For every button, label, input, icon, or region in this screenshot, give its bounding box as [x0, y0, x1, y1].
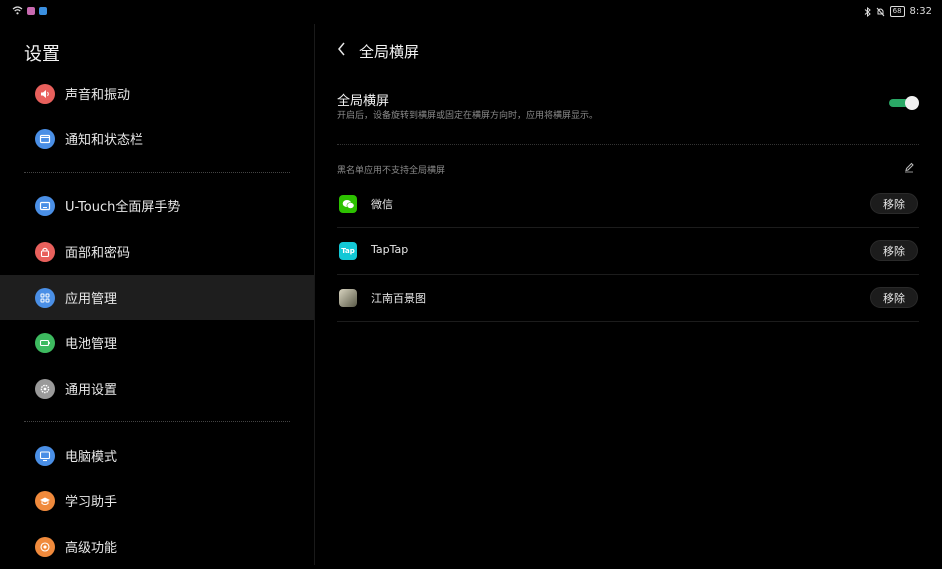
- app-notification-icon: [39, 6, 47, 15]
- section-divider: [337, 144, 919, 145]
- taptap-icon: Tap: [339, 242, 357, 260]
- sidebar-item-app-management[interactable]: 应用管理: [0, 275, 314, 320]
- monitor-icon: [35, 445, 55, 466]
- sidebar-item-label: 电脑模式: [65, 450, 118, 465]
- sidebar-item-pc-mode[interactable]: 电脑模式: [0, 433, 314, 478]
- app-notification-icon: [27, 6, 35, 15]
- sidebar-item-face-password[interactable]: 面部和密码: [0, 229, 314, 274]
- sidebar-item-label: 面部和密码: [65, 246, 131, 261]
- sidebar-item-label: 高级功能: [65, 541, 118, 556]
- sidebar-item-notifications[interactable]: 通知和状态栏: [0, 116, 314, 161]
- app-name: 江南百景图: [371, 292, 426, 305]
- sidebar-item-label: 电池管理: [65, 337, 118, 352]
- blacklist-app-row: 江南百景图 移除: [337, 275, 919, 322]
- edit-icon[interactable]: [903, 161, 915, 173]
- silent-icon: [876, 7, 884, 16]
- blacklist-app-row: 微信 移除: [337, 181, 919, 228]
- speaker-icon: [35, 83, 55, 104]
- sidebar-item-label: 通用设置: [65, 383, 118, 398]
- back-arrow-icon[interactable]: [335, 40, 349, 58]
- wifi-icon: [12, 6, 23, 15]
- setting-description: 开启后，设备旋转到横屏或固定在横屏方向时，应用将横屏显示。: [337, 111, 599, 121]
- apps-icon: [35, 287, 55, 308]
- detail-panel: 全局横屏 全局横屏 开启后，设备旋转到横屏或固定在横屏方向时，应用将横屏显示。 …: [315, 24, 942, 565]
- toggle-knob: [905, 96, 919, 110]
- game-icon: [339, 289, 357, 307]
- app-name: TapTap: [371, 243, 409, 256]
- sidebar-item-study-assistant[interactable]: 学习助手: [0, 478, 314, 523]
- sidebar-item-label: U-Touch全面屏手势: [65, 200, 181, 215]
- blacklist-label: 黑名单应用不支持全局横屏: [337, 166, 446, 176]
- sidebar-item-battery[interactable]: 电池管理: [0, 320, 314, 365]
- remove-button[interactable]: 移除: [870, 193, 918, 214]
- lock-icon: [35, 241, 55, 262]
- sidebar-item-general[interactable]: 通用设置: [0, 366, 314, 411]
- wechat-icon: [339, 195, 357, 213]
- status-right: 68 8:32: [864, 6, 932, 17]
- sidebar-item-sound[interactable]: 声音和振动: [0, 71, 314, 116]
- battery-icon: 68: [889, 6, 905, 17]
- bluetooth-icon: [864, 6, 871, 17]
- page-title: 设置: [24, 44, 60, 65]
- remove-button[interactable]: 移除: [870, 287, 918, 308]
- detail-title: 全局横屏: [359, 43, 420, 61]
- app-name: 微信: [371, 198, 393, 211]
- sidebar-item-label: 学习助手: [65, 495, 118, 510]
- sidebar-item-label: 通知和状态栏: [65, 133, 144, 148]
- notification-icon: [35, 128, 55, 149]
- sidebar-item-advanced[interactable]: 高级功能: [0, 524, 314, 569]
- status-bar: 68 8:32: [0, 0, 942, 24]
- remove-button[interactable]: 移除: [870, 240, 918, 261]
- blacklist-app-row: Tap TapTap 移除: [337, 228, 919, 275]
- sidebar-item-label: 声音和振动: [65, 88, 131, 103]
- row-divider: [337, 321, 919, 322]
- status-left: [12, 6, 47, 15]
- settings-sidebar: 设置 声音和振动 通知和状态栏 U-Touch全面屏手势 面部和密码 应用管理 …: [0, 24, 314, 565]
- section-divider: [24, 421, 290, 422]
- sidebar-item-gestures[interactable]: U-Touch全面屏手势: [0, 183, 314, 228]
- battery-icon: [35, 332, 55, 353]
- sidebar-item-label: 应用管理: [65, 292, 118, 307]
- graduation-cap-icon: [35, 490, 55, 511]
- global-landscape-toggle[interactable]: [889, 96, 919, 110]
- gesture-icon: [35, 195, 55, 216]
- clock: 8:32: [909, 6, 932, 17]
- gear-icon: [35, 378, 55, 399]
- setting-title: 全局横屏: [337, 94, 390, 109]
- advanced-icon: [35, 536, 55, 557]
- section-divider: [24, 172, 290, 173]
